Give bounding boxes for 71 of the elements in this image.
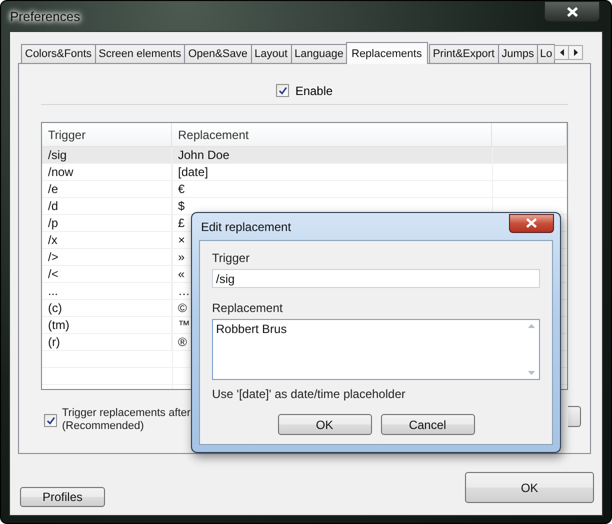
tab[interactable]: Colors&Fonts bbox=[21, 44, 96, 63]
hint-text: Use '[date]' as date/time placeholder bbox=[212, 387, 406, 401]
tab[interactable]: Language bbox=[290, 44, 348, 63]
profiles-button[interactable]: Profiles bbox=[20, 487, 105, 507]
scroll-left-button[interactable] bbox=[554, 45, 570, 60]
table-row[interactable]: /d $ bbox=[42, 198, 187, 214]
window-title: Preferences bbox=[9, 8, 80, 24]
tab[interactable]: Print&Export bbox=[428, 44, 499, 63]
table-row[interactable]: (r) ® bbox=[42, 334, 189, 350]
tab[interactable]: Screen elements bbox=[94, 44, 186, 63]
table-row[interactable]: /sig John Doe bbox=[42, 147, 567, 163]
tab[interactable]: Jumps bbox=[498, 44, 538, 63]
close-button[interactable] bbox=[544, 1, 600, 22]
table-row[interactable]: /< « bbox=[42, 266, 187, 282]
checkbox[interactable] bbox=[276, 84, 290, 97]
table-cell-text: $ bbox=[177, 198, 186, 214]
table-cell: /d bbox=[42, 198, 172, 214]
field-label: Replacement bbox=[212, 301, 284, 315]
tab[interactable]: Lo bbox=[536, 44, 556, 63]
close-icon bbox=[526, 218, 537, 228]
table-cell: /e bbox=[42, 181, 172, 197]
tab[interactable]: Replacements bbox=[346, 42, 428, 64]
table-row[interactable]: /x × bbox=[42, 232, 188, 248]
table-cell: /x bbox=[42, 232, 172, 248]
table-cell-text: « bbox=[177, 266, 186, 282]
table-row[interactable]: /> » bbox=[42, 249, 187, 265]
close-icon bbox=[566, 6, 578, 16]
table-cell-text: [date] bbox=[177, 164, 210, 180]
close-button[interactable] bbox=[509, 214, 554, 232]
trigger-field[interactable]: /sig bbox=[212, 269, 540, 288]
table-row[interactable]: (c) © bbox=[42, 300, 189, 316]
ok-button[interactable]: OK bbox=[278, 414, 372, 435]
table-cell-text: ™ bbox=[177, 317, 191, 333]
column-header[interactable]: Trigger bbox=[42, 123, 172, 146]
table-cell: (tm) bbox=[42, 317, 172, 333]
table-cell: (c) bbox=[42, 300, 172, 316]
table-cell-text: John Doe bbox=[177, 147, 230, 163]
table-row[interactable]: (tm) ™ bbox=[42, 317, 192, 333]
table-row[interactable]: /e € bbox=[42, 181, 187, 197]
cancel-button[interactable]: Cancel bbox=[380, 414, 474, 435]
table-cell-text: € bbox=[177, 181, 186, 197]
table-row[interactable]: /now [date] bbox=[42, 164, 210, 180]
dialog-title: Edit replacement bbox=[201, 220, 292, 234]
table-row[interactable]: /p £ bbox=[42, 215, 187, 231]
ok-button[interactable]: OK bbox=[465, 472, 594, 503]
left-arrow-icon bbox=[560, 49, 564, 56]
checkbox-label: (Recommended) bbox=[62, 420, 145, 433]
table-cell-text: × bbox=[177, 232, 186, 248]
tab[interactable]: Open&Save bbox=[184, 44, 252, 63]
table-cell-text: » bbox=[177, 249, 186, 265]
table-cell-text: © bbox=[177, 300, 188, 316]
checkbox[interactable] bbox=[44, 414, 57, 427]
table-cell: /now bbox=[42, 164, 172, 180]
table-cell: /p bbox=[42, 215, 172, 231]
table-row[interactable]: ... … bbox=[42, 283, 192, 299]
table-cell-text: ® bbox=[177, 334, 188, 350]
checkbox-label: Enable bbox=[295, 84, 333, 98]
table-cell: (r) bbox=[42, 334, 172, 350]
table-cell: /sig bbox=[42, 147, 172, 163]
scroll-right-button[interactable] bbox=[568, 45, 584, 60]
button-edge[interactable] bbox=[568, 406, 581, 427]
checkbox-label: Trigger replacements after bbox=[62, 407, 191, 420]
right-arrow-icon bbox=[574, 49, 578, 56]
column-header[interactable]: Replacement bbox=[172, 123, 492, 146]
table-cell: ... bbox=[42, 283, 172, 299]
table-cell: /< bbox=[42, 266, 172, 282]
table-cell: /> bbox=[42, 249, 172, 265]
table-cell-text: £ bbox=[177, 215, 186, 231]
field-label: Trigger bbox=[212, 251, 251, 265]
table-cell-text: … bbox=[177, 283, 191, 299]
tab[interactable]: Layout bbox=[250, 44, 292, 63]
